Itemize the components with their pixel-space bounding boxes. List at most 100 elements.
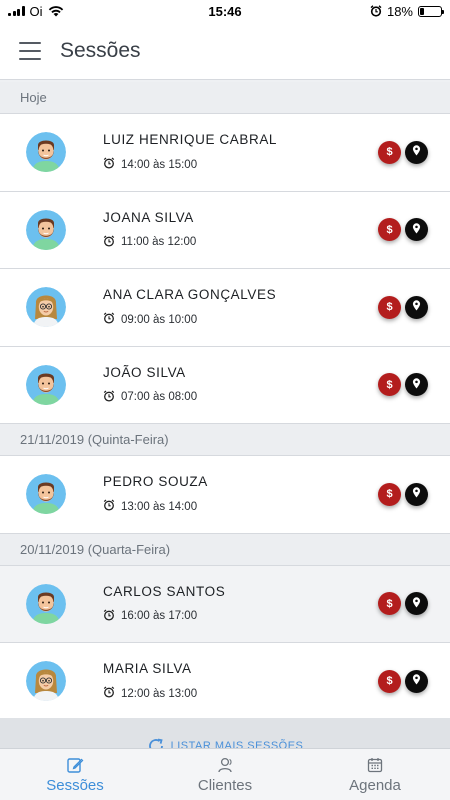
time-range: 11:00 às 12:00 — [121, 236, 197, 249]
avatar — [26, 132, 66, 173]
session-actions: $ — [378, 140, 428, 164]
location-button[interactable] — [405, 295, 428, 319]
page-title: Sessões — [60, 38, 141, 62]
location-button[interactable] — [405, 669, 428, 693]
session-actions: $ — [378, 482, 428, 506]
alarm-clock-icon — [103, 157, 115, 172]
tab-label: Clientes — [197, 776, 253, 794]
session-info: JOÃO SILVA 07:00 às 08:00 — [103, 365, 378, 405]
tab-clientes[interactable]: Clientes — [150, 749, 300, 800]
session-time: 09:00 às 10:00 — [103, 312, 378, 327]
alarm-icon — [370, 5, 382, 17]
client-name: JOÃO SILVA — [103, 364, 186, 380]
status-left: Oi — [8, 4, 64, 19]
alarm-clock-icon — [103, 686, 115, 701]
alarm-clock-icon — [103, 609, 115, 624]
users-icon — [218, 757, 232, 772]
payment-button[interactable]: $ — [378, 218, 401, 242]
wifi-icon — [48, 6, 63, 17]
avatar — [26, 287, 66, 328]
time-range: 14:00 às 15:00 — [121, 158, 198, 171]
session-row[interactable]: JOÃO SILVA 07:00 às 08:00 $ — [0, 346, 450, 424]
time-range: 09:00 às 10:00 — [121, 313, 198, 326]
session-actions: $ — [378, 669, 428, 693]
alarm-clock-icon — [103, 390, 115, 405]
status-right: 18% — [370, 3, 444, 19]
session-time: 12:00 às 13:00 — [103, 686, 378, 701]
session-row[interactable]: MARIA SILVA 12:00 às 13:00 $ — [0, 643, 450, 718]
session-info: MARIA SILVA 12:00 às 13:00 — [103, 661, 378, 701]
sessions-list: Hoje LUIZ HENRIQUE CABRAL 14:00 às 15:00 $ J… — [0, 82, 450, 718]
session-actions: $ — [378, 592, 428, 616]
payment-button[interactable]: $ — [378, 295, 401, 319]
location-button[interactable] — [405, 373, 428, 397]
menu-icon[interactable] — [0, 22, 60, 80]
session-time: 13:00 às 14:00 — [103, 499, 378, 514]
session-time: 16:00 às 17:00 — [103, 609, 378, 624]
session-row[interactable]: ANA CLARA GONÇALVES 09:00 às 10:00 $ — [0, 269, 450, 347]
session-row[interactable]: JOANA SILVA 11:00 às 12:00 $ — [0, 191, 450, 269]
map-pin-icon — [412, 145, 421, 159]
map-pin-icon — [412, 300, 421, 314]
session-row[interactable]: PEDRO SOUZA 13:00 às 14:00 $ — [0, 456, 450, 534]
map-pin-icon — [412, 378, 421, 392]
time-range: 12:00 às 13:00 — [121, 687, 198, 700]
avatar — [26, 364, 66, 405]
client-name: CARLOS SANTOS — [103, 583, 226, 599]
app-bar: Sessões — [0, 22, 450, 80]
client-name: ANA CLARA GONÇALVES — [103, 287, 277, 303]
edit-icon — [67, 757, 84, 773]
session-actions: $ — [378, 295, 428, 319]
battery-icon — [418, 5, 444, 17]
group-header: Hoje — [0, 82, 450, 114]
time-range: 07:00 às 08:00 — [121, 391, 198, 404]
avatar — [26, 209, 66, 250]
session-info: JOANA SILVA 11:00 às 12:00 — [103, 210, 378, 250]
session-row[interactable]: LUIZ HENRIQUE CABRAL 14:00 às 15:00 $ — [0, 114, 450, 192]
avatar — [26, 661, 66, 702]
payment-button[interactable]: $ — [378, 592, 401, 616]
session-info: CARLOS SANTOS 16:00 às 17:00 — [103, 584, 378, 624]
location-button[interactable] — [405, 482, 428, 506]
client-name: LUIZ HENRIQUE CABRAL — [103, 132, 278, 148]
tab-agenda[interactable]: Agenda — [300, 749, 450, 800]
session-info: LUIZ HENRIQUE CABRAL 14:00 às 15:00 — [103, 132, 378, 172]
session-time: 07:00 às 08:00 — [103, 390, 378, 405]
load-more-button[interactable]: LISTAR MAIS SESSÕES — [0, 718, 450, 748]
carrier-label: Oi — [29, 3, 43, 19]
tab-label: Agenda — [349, 776, 401, 794]
payment-button[interactable]: $ — [378, 373, 401, 397]
location-button[interactable] — [405, 592, 428, 616]
tab-sessoes[interactable]: Sessões — [0, 749, 150, 800]
alarm-clock-icon — [103, 499, 115, 514]
client-name: PEDRO SOUZA — [103, 474, 208, 490]
load-more-label: LISTAR MAIS SESSÕES — [170, 740, 304, 748]
location-button[interactable] — [405, 140, 428, 164]
client-name: JOANA SILVA — [103, 209, 194, 225]
time-range: 16:00 às 17:00 — [121, 610, 198, 623]
calendar-icon — [367, 757, 383, 772]
alarm-clock-icon — [103, 235, 115, 250]
session-info: PEDRO SOUZA 13:00 às 14:00 — [103, 474, 378, 514]
battery-percent: 18% — [386, 3, 413, 19]
group-header: 20/11/2019 (Quarta-Feira) — [0, 533, 450, 566]
session-actions: $ — [378, 373, 428, 397]
session-time: 11:00 às 12:00 — [103, 235, 378, 250]
session-info: ANA CLARA GONÇALVES 09:00 às 10:00 — [103, 287, 378, 327]
battery-fill — [420, 7, 424, 15]
tab-label: Sessões — [46, 776, 104, 794]
session-actions: $ — [378, 218, 428, 242]
session-time: 14:00 às 15:00 — [103, 157, 378, 172]
avatar — [26, 474, 66, 515]
map-pin-icon — [412, 674, 421, 688]
tab-bar: Sessões Clientes Agenda — [0, 748, 450, 800]
payment-button[interactable]: $ — [378, 669, 401, 693]
map-pin-icon — [412, 223, 421, 237]
payment-button[interactable]: $ — [378, 482, 401, 506]
location-button[interactable] — [405, 218, 428, 242]
group-header: 21/11/2019 (Quinta-Feira) — [0, 424, 450, 456]
refresh-icon — [148, 738, 163, 748]
payment-button[interactable]: $ — [378, 140, 401, 164]
session-row[interactable]: CARLOS SANTOS 16:00 às 17:00 $ — [0, 565, 450, 643]
map-pin-icon — [412, 597, 421, 611]
